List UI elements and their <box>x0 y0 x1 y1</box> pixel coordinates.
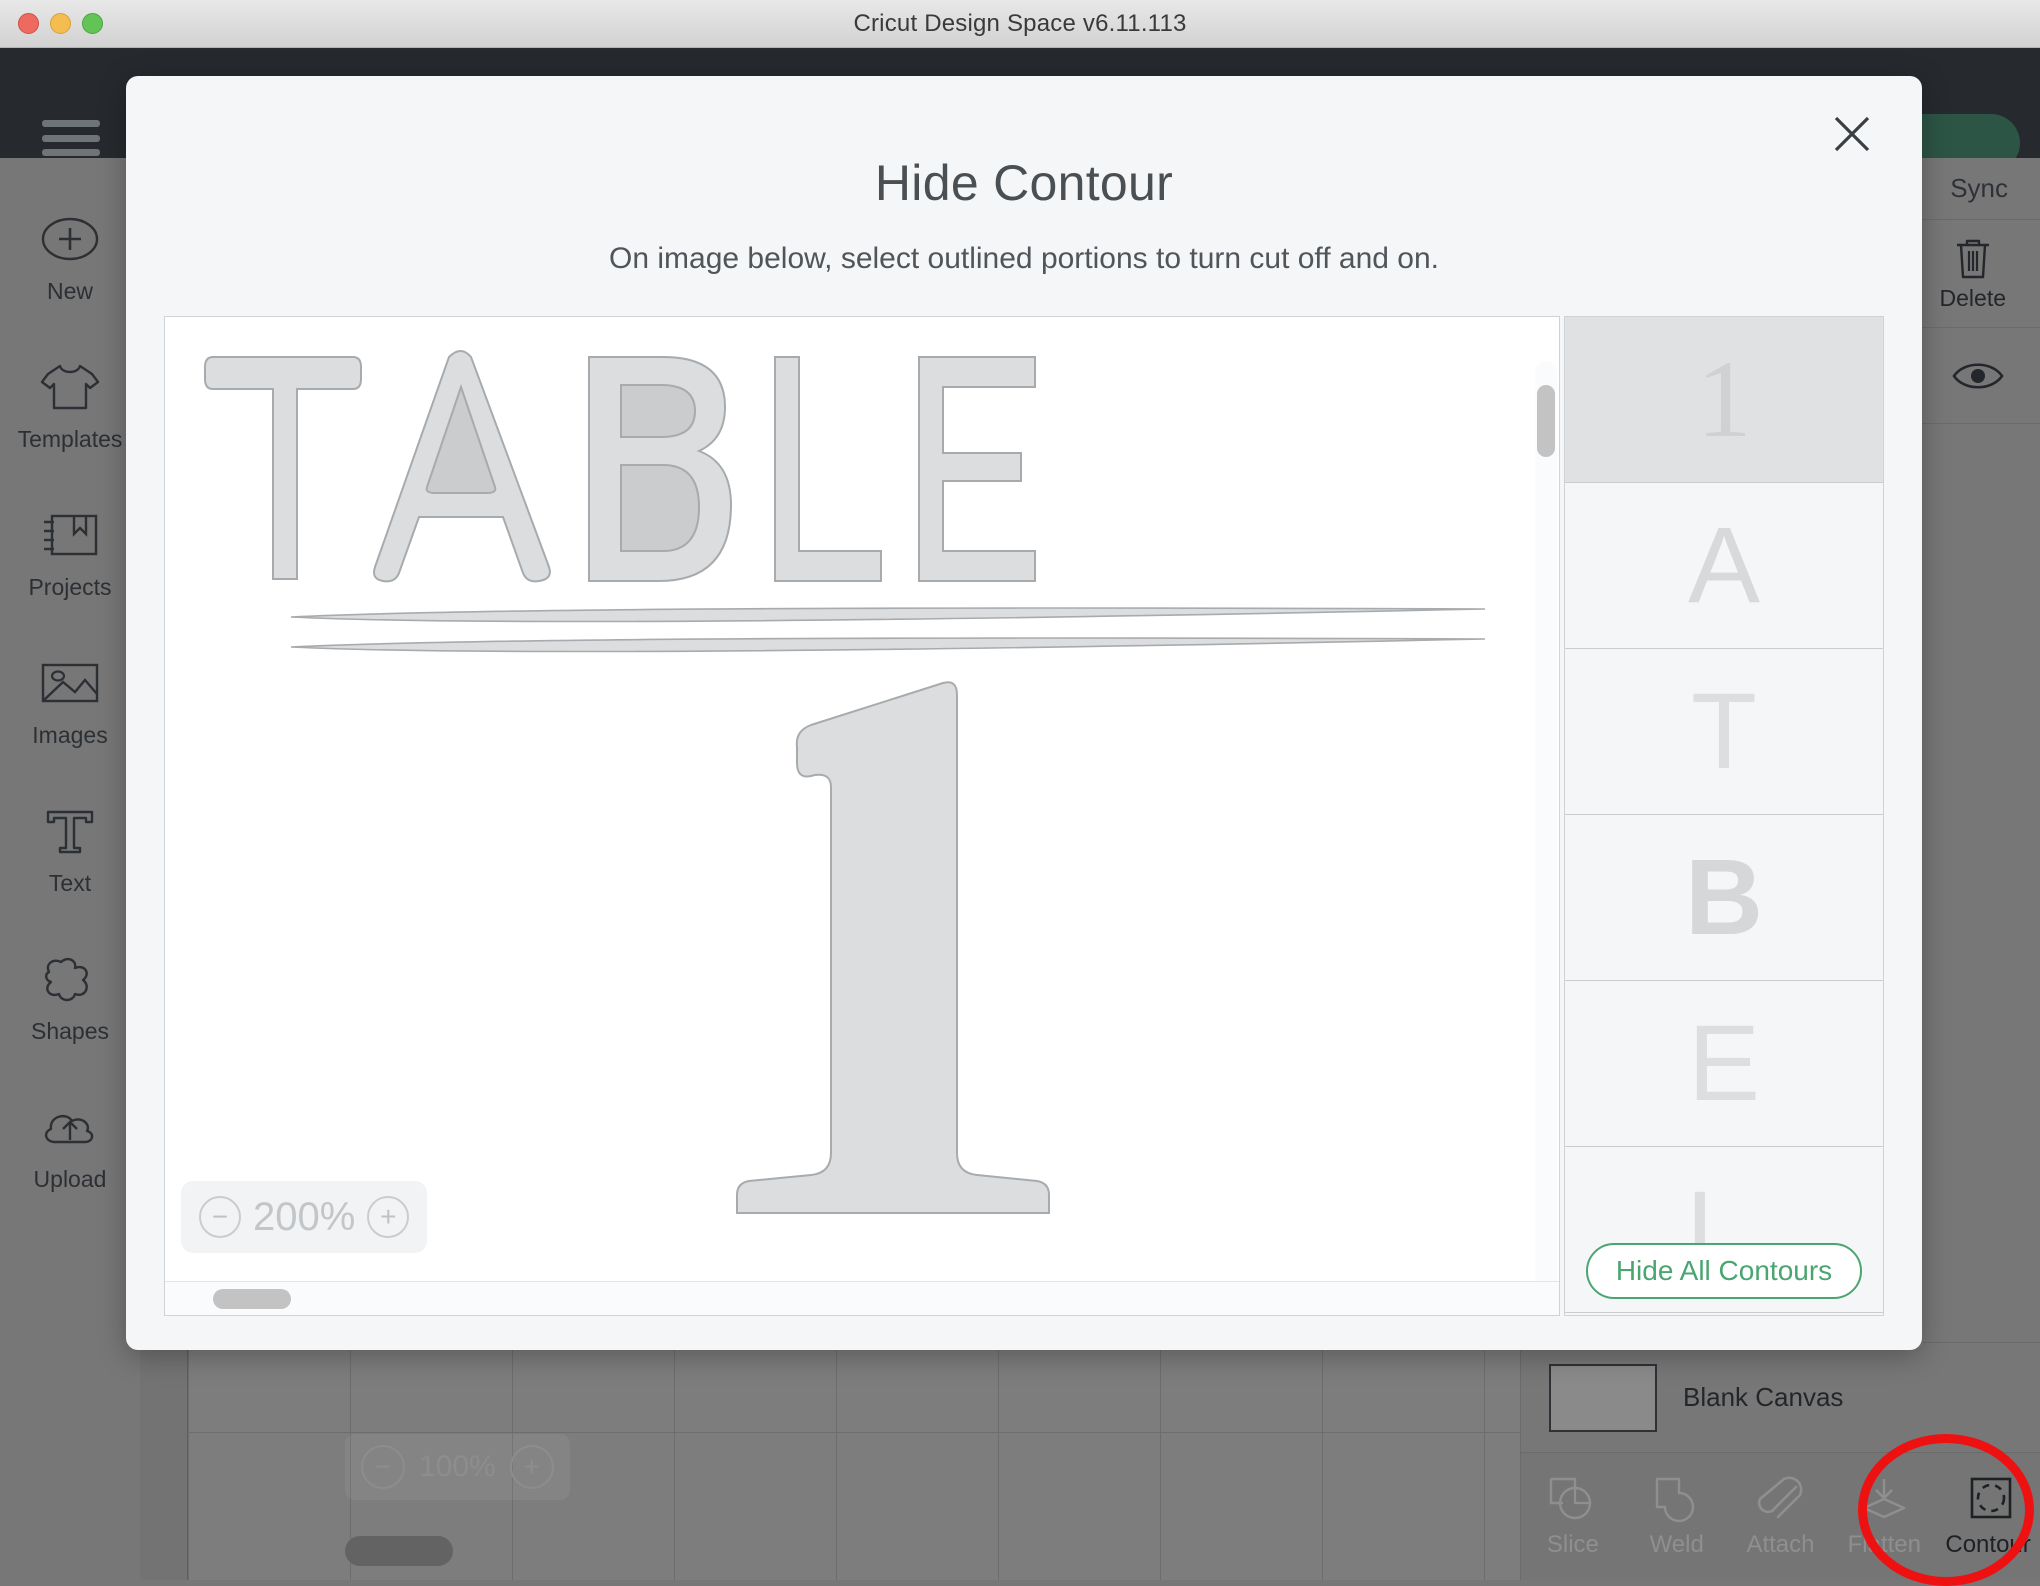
sidebar-item-images[interactable]: Images <box>0 626 140 774</box>
contour-glyph: E <box>1688 1004 1760 1123</box>
contour-list: 1 A T B E <box>1564 316 1884 1316</box>
eye-icon[interactable] <box>1952 359 2004 393</box>
close-icon <box>1830 112 1874 156</box>
delete-label: Delete <box>1940 285 2006 312</box>
sidebar-item-label: Templates <box>18 426 123 453</box>
slice-icon <box>1545 1475 1601 1523</box>
canvas-preview-footer[interactable]: Blank Canvas <box>1521 1342 2040 1452</box>
contour-glyph: T <box>1691 672 1757 791</box>
tool-label: Attach <box>1746 1531 1814 1559</box>
contour-thumb-t: T <box>1664 672 1784 792</box>
canvas-horizontal-scrollbar[interactable] <box>345 1536 453 1566</box>
contour-item[interactable]: T <box>1565 649 1883 815</box>
window-title: Cricut Design Space v6.11.113 <box>0 10 2040 38</box>
tshirt-icon <box>38 356 102 418</box>
flatten-icon <box>1856 1475 1912 1523</box>
sidebar-item-label: Shapes <box>31 1018 109 1045</box>
sidebar-item-shapes[interactable]: Shapes <box>0 922 140 1070</box>
sidebar-item-new[interactable]: New <box>0 182 140 330</box>
canvas-name-label: Blank Canvas <box>1683 1382 1843 1413</box>
sidebar-item-label: Upload <box>34 1166 107 1193</box>
dialog-title: Hide Contour <box>126 76 1922 212</box>
window-title-bar: Cricut Design Space v6.11.113 <box>0 0 2040 48</box>
book-bookmark-icon <box>40 504 100 566</box>
plus-circle-icon <box>41 208 99 270</box>
contour-item[interactable]: A <box>1565 483 1883 649</box>
contour-button[interactable]: Contour <box>1939 1475 2037 1559</box>
paperclip-icon <box>1752 1475 1808 1523</box>
contour-thumb-1: 1 <box>1664 340 1784 460</box>
canvas-zoom-out-button[interactable]: − <box>361 1445 405 1489</box>
sidebar-item-label: Text <box>49 870 91 897</box>
contour-glyph: A <box>1688 506 1760 625</box>
scrollbar-thumb[interactable] <box>213 1289 291 1309</box>
cloud-upload-icon <box>39 1096 101 1158</box>
tool-label: Contour <box>1945 1531 2030 1559</box>
hamburger-icon[interactable] <box>42 120 100 156</box>
flatten-button[interactable]: Flatten <box>1835 1475 1933 1559</box>
sidebar-item-label: Images <box>32 722 107 749</box>
contour-thumb-e: E <box>1664 1004 1784 1124</box>
slice-button[interactable]: Slice <box>1524 1475 1622 1559</box>
contour-thumb-b: B <box>1664 838 1784 958</box>
hide-all-contours-button[interactable]: Hide All Contours <box>1586 1243 1862 1299</box>
sidebar-item-label: New <box>47 278 93 305</box>
left-sidebar: New Templates Projects Images Text Shape… <box>0 158 140 1580</box>
preview-vertical-scrollbar[interactable] <box>1535 361 1557 1291</box>
dialog-body: − 200% + 1 A <box>164 316 1884 1316</box>
contour-thumb-a: A <box>1664 506 1784 626</box>
canvas-zoom-value: 100% <box>419 1450 496 1484</box>
preview-horizontal-scrollbar[interactable] <box>165 1281 1559 1315</box>
preview-zoom-control[interactable]: − 200% + <box>181 1181 427 1253</box>
canvas-thumbnail <box>1549 1364 1657 1432</box>
weld-button[interactable]: Weld <box>1628 1475 1726 1559</box>
text-t-icon <box>42 800 98 862</box>
sidebar-item-text[interactable]: Text <box>0 774 140 922</box>
star-shapes-icon <box>39 948 101 1010</box>
sidebar-item-projects[interactable]: Projects <box>0 478 140 626</box>
photo-icon <box>39 652 101 714</box>
contour-item[interactable]: 1 <box>1565 317 1883 483</box>
preview-zoom-value: 200% <box>253 1195 355 1240</box>
hide-contour-dialog: Hide Contour On image below, select outl… <box>126 76 1922 1350</box>
attach-button[interactable]: Attach <box>1731 1475 1829 1559</box>
sidebar-item-label: Projects <box>28 574 111 601</box>
canvas-zoom-in-button[interactable]: + <box>510 1445 554 1489</box>
artwork-preview[interactable] <box>165 317 1560 1316</box>
bottom-toolbar: Slice Weld Attach Flatten Contour <box>1521 1452 2040 1580</box>
tab-sync[interactable]: Sync <box>1950 173 2008 204</box>
contour-preview-canvas[interactable]: − 200% + <box>164 316 1560 1316</box>
sidebar-item-upload[interactable]: Upload <box>0 1070 140 1218</box>
tool-label: Weld <box>1650 1531 1704 1559</box>
hide-all-contours-wrap: Hide All Contours <box>1565 1243 1883 1299</box>
preview-zoom-out-button[interactable]: − <box>199 1196 241 1238</box>
trash-icon <box>1951 235 1995 281</box>
sidebar-item-templates[interactable]: Templates <box>0 330 140 478</box>
contour-glyph: 1 <box>1697 340 1752 460</box>
dialog-subtitle: On image below, select outlined portions… <box>126 242 1922 276</box>
contour-icon <box>1960 1475 2016 1523</box>
canvas-zoom-control[interactable]: − 100% + <box>345 1434 570 1500</box>
tool-label: Flatten <box>1848 1531 1921 1559</box>
weld-icon <box>1649 1475 1705 1523</box>
contour-item[interactable]: E <box>1565 981 1883 1147</box>
preview-zoom-in-button[interactable]: + <box>367 1196 409 1238</box>
delete-button[interactable]: Delete <box>1940 235 2006 312</box>
tool-label: Slice <box>1547 1531 1599 1559</box>
close-dialog-button[interactable] <box>1826 108 1878 160</box>
contour-item[interactable]: B <box>1565 815 1883 981</box>
scrollbar-thumb[interactable] <box>1537 385 1555 457</box>
contour-glyph: B <box>1685 838 1763 957</box>
